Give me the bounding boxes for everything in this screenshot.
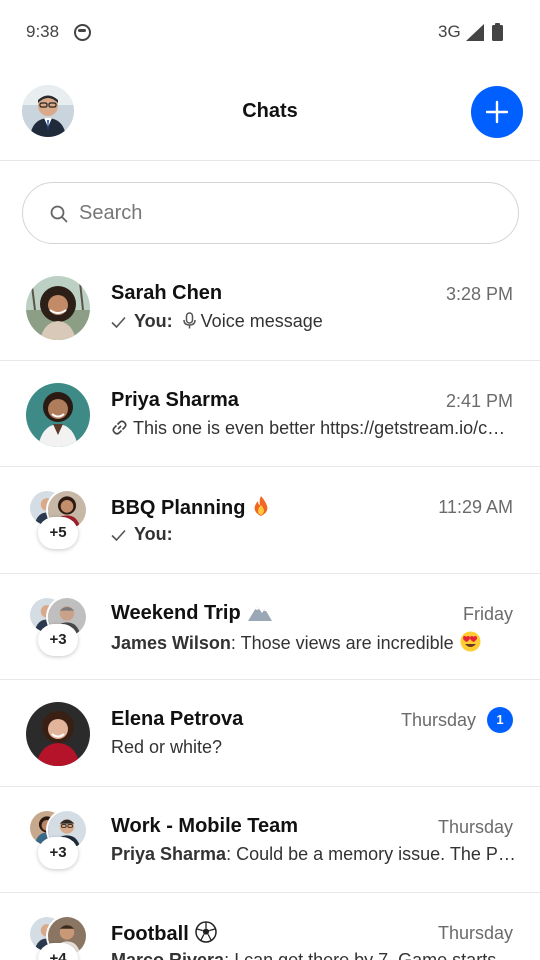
profile-avatar[interactable] <box>22 85 74 137</box>
group-avatar: +5 <box>26 489 90 553</box>
avatar <box>26 276 90 340</box>
chat-name-text: Football <box>111 923 189 945</box>
preview-text: : Those views are incredible <box>230 632 454 653</box>
preview-text: : Could be a memory issue. The Pix… <box>226 843 516 864</box>
chat-time: Thursday <box>400 710 476 730</box>
group-avatar: +4 <box>26 915 90 960</box>
preview-text: : I can get there by 7. Game starts a… <box>224 950 516 960</box>
chat-name: Football <box>111 921 217 946</box>
preview-sender: James Wilson <box>111 632 231 653</box>
status-bar: 9:38 3G <box>0 0 540 66</box>
chat-time: 2:41 PM <box>445 390 513 411</box>
chat-row[interactable]: +4 Football Thursday Marco Rivera: I can… <box>0 893 540 960</box>
chat-preview: Priya Sharma: Could be a memory issue. T… <box>111 844 516 865</box>
chat-name-text: BBQ Planning <box>111 497 246 519</box>
preview-sender: You: <box>134 524 173 544</box>
chat-preview: Red or white? <box>111 737 516 758</box>
chat-time: 3:28 PM <box>445 284 513 304</box>
battery-icon <box>492 23 503 41</box>
notification-icon <box>74 24 91 41</box>
preview-sender: Marco Rivera <box>111 950 225 960</box>
chat-row[interactable]: +3 Weekend Trip Friday James Wilson: Tho… <box>0 574 540 680</box>
new-chat-button[interactable] <box>471 86 523 138</box>
preview-text: Red or white? <box>111 737 223 757</box>
group-member-count: +5 <box>38 517 78 549</box>
chat-name: Sarah Chen <box>111 282 223 304</box>
group-avatar: +3 <box>26 595 90 660</box>
heart-eyes-emoji <box>460 631 481 651</box>
plus-icon <box>485 100 509 124</box>
status-time: 9:38 <box>26 22 60 41</box>
app-header: Chats <box>0 66 540 161</box>
chat-time: Thursday <box>437 923 513 943</box>
chat-name: Work - Mobile Team <box>111 814 299 837</box>
preview-sender: Priya Sharma <box>111 843 227 864</box>
chat-time: 11:29 AM <box>438 497 513 517</box>
check-icon <box>111 529 126 541</box>
chat-row[interactable]: Sarah Chen 3:28 PM You: Voice message <box>0 254 540 361</box>
preview-text: This one is even better https://getstrea… <box>133 417 506 438</box>
soccer-ball-emoji <box>195 921 217 943</box>
chat-preview: You: Voice message <box>111 311 516 332</box>
fire-emoji <box>255 496 268 516</box>
chat-time: Thursday <box>437 816 513 837</box>
page-title: Chats <box>242 100 298 122</box>
chat-time: Friday <box>462 603 513 624</box>
mountain-emoji <box>247 605 272 621</box>
chat-name-text: Weekend Trip <box>111 601 241 624</box>
avatar <box>26 702 90 766</box>
search-input[interactable] <box>79 196 499 230</box>
group-member-count: +4 <box>38 943 78 960</box>
chat-name: BBQ Planning <box>111 495 271 520</box>
chat-preview: James Wilson: Those views are incredible <box>111 631 516 654</box>
group-avatar: +3 <box>26 808 90 873</box>
network-type: 3G <box>438 22 461 41</box>
microphone-icon <box>182 312 196 329</box>
group-member-count: +3 <box>38 623 78 656</box>
preview-text: Voice message <box>200 311 323 331</box>
preview-sender: You: <box>134 311 173 331</box>
chat-preview: This one is even better https://getstrea… <box>111 418 516 439</box>
chat-name: Weekend Trip <box>111 602 273 625</box>
check-icon <box>111 316 126 328</box>
unread-badge: 1 <box>487 707 513 733</box>
group-member-count: +3 <box>38 836 78 869</box>
link-icon <box>112 419 127 435</box>
signal-icon <box>466 24 484 41</box>
chat-preview: You: <box>111 524 516 545</box>
chat-preview: Marco Rivera: I can get there by 7. Game… <box>111 950 516 960</box>
chat-list: Sarah Chen 3:28 PM You: Voice message Pr… <box>0 254 540 960</box>
avatar <box>26 382 90 447</box>
search-icon <box>50 205 68 223</box>
chat-row[interactable]: +3 Work - Mobile Team Thursday Priya Sha… <box>0 787 540 893</box>
chat-name: Priya Sharma <box>111 388 239 411</box>
chat-row[interactable]: +5 BBQ Planning 11:29 AM You: <box>0 467 540 574</box>
chat-row[interactable]: Priya Sharma 2:41 PM This one is even be… <box>0 361 540 467</box>
chat-name: Elena Petrova <box>111 708 244 730</box>
chat-row[interactable]: Elena Petrova Thursday 1 Red or white? <box>0 680 540 787</box>
search-bar[interactable] <box>22 182 519 244</box>
